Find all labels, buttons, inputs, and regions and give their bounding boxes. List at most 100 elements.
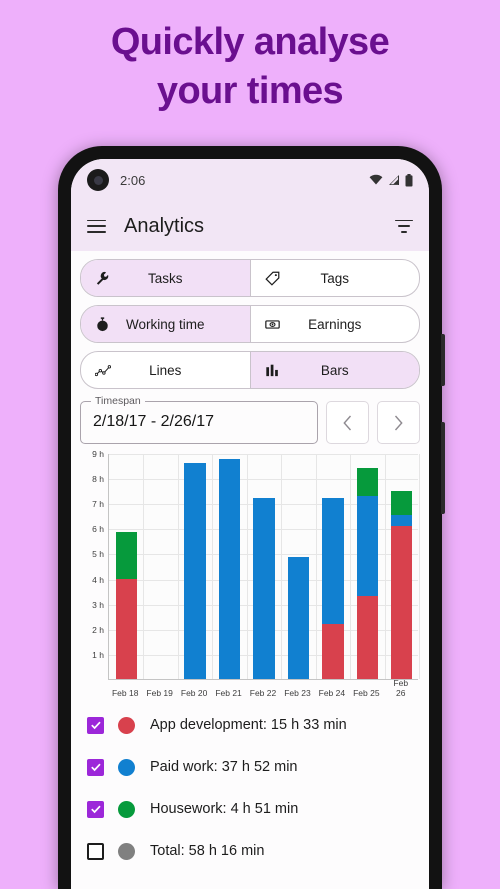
timespan-row: Timespan 2/18/17 - 2/26/17	[71, 395, 429, 444]
chart-bar-segment	[184, 463, 206, 679]
checkmark-icon	[90, 805, 101, 814]
filter-icon[interactable]	[395, 219, 413, 233]
signal-icon	[389, 175, 399, 185]
y-axis-tick-label: 9 h	[92, 449, 104, 459]
x-axis-tick-label: Feb 20	[180, 688, 208, 698]
x-axis-tick-label: Feb 26	[393, 678, 409, 698]
bar-chart: 1 h 2 h 3 h 4 h 5 h 6 h 7 h 8 h 9 h Feb 18 Feb 19 F…	[80, 449, 420, 698]
toggle-lines[interactable]: Lines	[81, 352, 250, 388]
toggle-working-time-label: Working time	[125, 316, 205, 332]
chart-bar[interactable]	[115, 532, 137, 679]
legend-row[interactable]: Housework: 4 h 51 min	[87, 788, 420, 830]
checkmark-icon	[90, 721, 101, 730]
money-icon	[264, 317, 280, 332]
toggle-lines-label: Lines	[149, 362, 182, 378]
chart-legend: App development: 15 h 33 min Paid work: 3…	[71, 698, 429, 872]
toggle-working-time[interactable]: Working time	[81, 306, 250, 342]
toggle-earnings-label: Earnings	[308, 316, 362, 332]
toggle-row-metric: Working time Earnings	[80, 305, 420, 343]
headline-line-2: your times	[156, 69, 344, 112]
y-axis-tick-label: 8 h	[92, 474, 104, 485]
legend-label: App development: 15 h 33 min	[150, 717, 347, 733]
gridline-vertical	[143, 454, 145, 679]
tag-icon	[264, 271, 280, 286]
legend-checkbox[interactable]	[87, 716, 104, 734]
legend-label: Total: 58 h 16 min	[150, 843, 265, 859]
chart-bar[interactable]	[184, 463, 206, 679]
timespan-prev-button[interactable]	[326, 401, 369, 444]
legend-color-dot	[118, 758, 135, 776]
chart-bar[interactable]	[356, 468, 378, 679]
chart-bar-segment	[391, 490, 413, 515]
x-axis-tick-label: Feb 23	[284, 688, 311, 698]
toggle-tasks-label: Tasks	[147, 270, 183, 286]
chart-bar[interactable]	[218, 459, 241, 679]
legend-color-dot	[118, 800, 135, 818]
chart-bar[interactable]	[287, 557, 310, 679]
chart-bar-segment	[115, 532, 137, 579]
status-clock: 2:06	[120, 172, 146, 188]
status-bar: 2:06	[71, 159, 429, 201]
headline-line-1: Quickly analyse	[110, 21, 390, 63]
chart-bar-segment	[322, 623, 344, 679]
page-headline: Quickly analyse your times	[0, 18, 500, 115]
phone-frame: 2:06 Analytics Tasks Tags Working time E…	[58, 146, 445, 889]
hamburger-menu-icon[interactable]	[87, 219, 106, 233]
phone-volume-button[interactable]	[441, 334, 445, 386]
legend-row[interactable]: Paid work: 37 h 52 min	[87, 746, 420, 788]
toggle-group: Tasks Tags Working time Earnings Lines B…	[71, 251, 429, 389]
x-axis-tick-label: Feb 18	[111, 688, 139, 698]
legend-label: Housework: 4 h 51 min	[150, 801, 299, 817]
gridline-vertical	[246, 454, 248, 679]
legend-label: Paid work: 37 h 52 min	[150, 759, 298, 775]
timespan-next-button[interactable]	[377, 401, 420, 444]
legend-row[interactable]: Total: 58 h 16 min	[87, 830, 420, 872]
toggle-bars-label: Bars	[320, 362, 349, 378]
chart-bar-segment	[322, 498, 344, 624]
y-axis-tick-label: 3 h	[92, 599, 104, 610]
gridline-vertical	[350, 454, 352, 679]
chart-bar[interactable]	[322, 498, 344, 679]
y-axis-tick-label: 2 h	[92, 624, 104, 635]
chevron-left-icon	[343, 415, 352, 430]
chart-bar-segment	[218, 459, 241, 679]
gridline-vertical	[212, 454, 214, 679]
chart-bar-segment	[356, 596, 378, 679]
chart-bar-segment	[356, 468, 378, 496]
toggle-row-charttype: Lines Bars	[80, 351, 420, 389]
toggle-row-category: Tasks Tags	[80, 259, 420, 297]
page-title: Analytics	[124, 214, 205, 237]
toggle-bars[interactable]: Bars	[249, 352, 419, 388]
timespan-field[interactable]: Timespan 2/18/17 - 2/26/17	[80, 395, 318, 444]
legend-checkbox[interactable]	[87, 758, 104, 776]
toggle-tasks[interactable]: Tasks	[81, 260, 250, 296]
phone-power-button[interactable]	[441, 422, 445, 514]
phone-screen: 2:06 Analytics Tasks Tags Working time E…	[71, 159, 429, 889]
legend-color-dot	[118, 716, 135, 734]
legend-checkbox[interactable]	[87, 842, 104, 860]
toggle-earnings[interactable]: Earnings	[249, 306, 420, 342]
line-chart-icon	[95, 363, 111, 378]
y-axis-tick-label: 5 h	[92, 549, 104, 560]
chart-bar[interactable]	[253, 498, 275, 679]
legend-checkbox[interactable]	[87, 800, 104, 818]
y-axis-tick-label: 6 h	[92, 524, 104, 535]
y-axis-tick-label: 1 h	[92, 649, 104, 660]
chart-plot-area	[108, 454, 420, 680]
bar-chart-icon	[265, 363, 280, 378]
wrench-icon	[95, 271, 110, 286]
toggle-tags-label: Tags	[320, 270, 350, 286]
chart-bar-segment	[253, 498, 275, 679]
battery-icon	[405, 173, 413, 186]
chart-bar[interactable]	[391, 490, 413, 679]
chart-bar-segment	[115, 578, 137, 679]
gridline	[109, 454, 418, 455]
checkmark-icon	[90, 763, 101, 772]
x-axis-tick-label: Feb 21	[215, 688, 242, 698]
legend-row[interactable]: App development: 15 h 33 min	[87, 704, 420, 746]
x-axis-tick-label: Feb 19	[146, 688, 173, 698]
chart-bar-segment	[391, 525, 413, 679]
toggle-tags[interactable]: Tags	[249, 260, 420, 296]
gridline-vertical	[177, 454, 179, 679]
timespan-label: Timespan	[91, 395, 145, 407]
